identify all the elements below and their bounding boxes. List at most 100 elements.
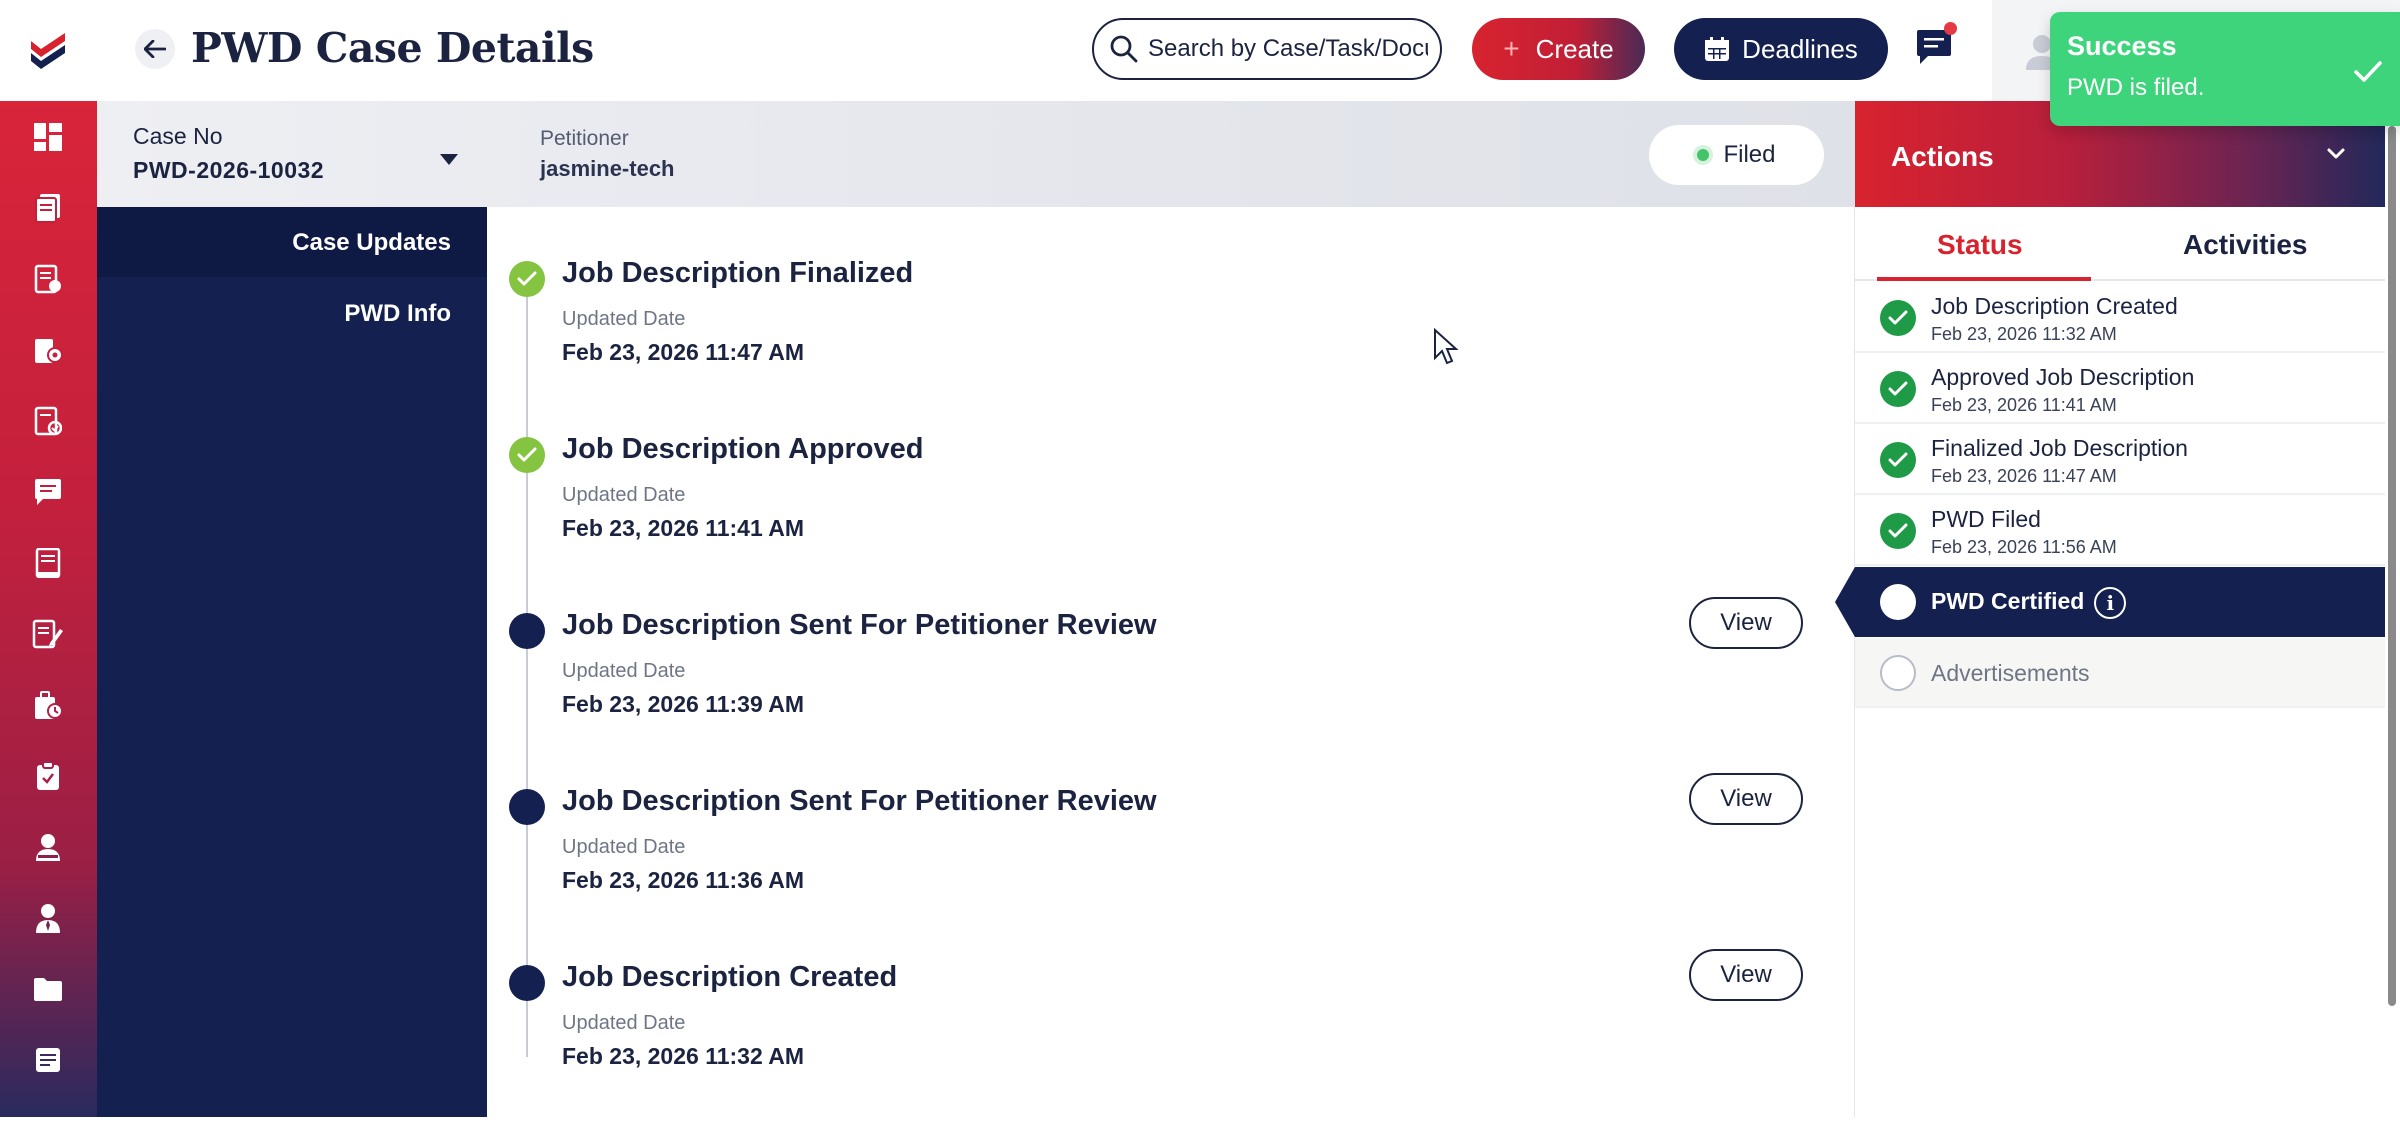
nav-item-case-updates[interactable]: Case Updates: [292, 229, 451, 257]
toast-title: Success: [2067, 31, 2177, 61]
side-rail: [0, 0, 97, 1117]
status-item: Finalized Job Description Feb 23, 2026 1…: [1855, 425, 2385, 495]
status-item-title: Approved Job Description: [1931, 364, 2195, 390]
search-box[interactable]: [1092, 18, 1442, 80]
edit-list-icon[interactable]: [28, 614, 68, 654]
view-button[interactable]: View: [1689, 773, 1803, 825]
check-icon: [509, 437, 545, 473]
check-icon: [1880, 442, 1916, 478]
view-button[interactable]: View: [1689, 597, 1803, 649]
status-item-title: Advertisements: [1931, 660, 2090, 686]
status-item-title: PWD Filed: [1931, 506, 2041, 532]
arrow-left-icon: [144, 40, 166, 58]
nav-item-pwd-info[interactable]: PWD Info: [344, 300, 451, 328]
check-icon: [1880, 371, 1916, 407]
status-item-date: Feb 23, 2026 11:56 AM: [1931, 537, 2117, 557]
status-item-current[interactable]: PWD Certified i: [1835, 567, 2385, 637]
deadlines-button[interactable]: Deadlines: [1674, 18, 1888, 80]
empty-circle-icon: [1880, 655, 1916, 691]
circle-icon: [1880, 584, 1916, 620]
plus-icon: +: [1503, 33, 1520, 64]
messages-button[interactable]: [1909, 22, 1959, 72]
status-item: Advertisements: [1855, 638, 2385, 708]
create-button[interactable]: + Create: [1472, 18, 1645, 80]
pending-dot-icon: [509, 613, 545, 649]
timeline-item-date: Feb 23, 2026 11:41 AM: [562, 515, 805, 541]
case-info-bar: Case No PWD-2026-10032 Petitioner jasmin…: [97, 101, 1854, 207]
case-section-nav: Case Updates PWD Info: [97, 207, 487, 1117]
status-item-title: PWD Certified i: [1931, 587, 2127, 619]
search-input[interactable]: [1148, 35, 1428, 63]
check-icon: [1880, 300, 1916, 336]
timeline-item: Job Description Created Updated Date Feb…: [487, 949, 1854, 1111]
timeline-item: Job Description Approved Updated Date Fe…: [487, 433, 1854, 583]
calendar-icon: [1705, 37, 1730, 61]
actions-title: Actions: [1891, 141, 1994, 172]
timeline-item-date-label: Updated Date: [562, 836, 686, 858]
timeline-item-date-label: Updated Date: [562, 1012, 686, 1034]
back-button[interactable]: [135, 29, 175, 69]
tab-status[interactable]: Status: [1937, 229, 2023, 261]
clipboard-icon[interactable]: [28, 756, 68, 796]
petitioner-label: Petitioner: [540, 127, 629, 150]
petitioner-value: jasmine-tech: [540, 156, 675, 181]
timeline-item-date-label: Updated Date: [562, 484, 686, 506]
notes-icon[interactable]: [28, 1040, 68, 1080]
status-item-title: Finalized Job Description: [1931, 435, 2188, 461]
create-label: Create: [1535, 33, 1614, 64]
status-badge-label: Filed: [1723, 141, 1776, 168]
check-icon: [509, 261, 545, 297]
checked-doc-icon[interactable]: [28, 401, 68, 441]
pending-dot-icon: [509, 965, 545, 1001]
status-item: Approved Job Description Feb 23, 2026 11…: [1855, 354, 2385, 424]
timeline-item-title: Job Description Finalized: [562, 257, 914, 289]
status-item-title: Job Description Created: [1931, 293, 2178, 319]
mouse-cursor-icon: [1434, 328, 1459, 365]
actions-panel: Actions Status Activities Job Descriptio…: [1835, 101, 2385, 1117]
documents-icon[interactable]: [28, 188, 68, 228]
success-toast[interactable]: Success PWD is filed.: [2050, 12, 2400, 126]
case-form-icon[interactable]: [28, 259, 68, 299]
chevron-down-icon[interactable]: [2325, 143, 2347, 165]
case-updates-timeline: Job Description Finalized Updated Date F…: [487, 207, 1854, 1117]
timeline-item-title: Job Description Sent For Petitioner Revi…: [562, 609, 1157, 641]
timeline-item-title: Job Description Sent For Petitioner Revi…: [562, 785, 1157, 817]
employee-icon[interactable]: [28, 898, 68, 938]
tab-activities[interactable]: Activities: [2183, 229, 2308, 261]
timeline-item: Job Description Sent For Petitioner Revi…: [487, 773, 1854, 935]
timeline-item: Job Description Sent For Petitioner Revi…: [487, 597, 1854, 759]
case-settings-icon[interactable]: [28, 330, 68, 370]
timeline-item-date-label: Updated Date: [562, 660, 686, 682]
tab-active-underline: [1877, 277, 2091, 281]
timeline-item-date: Feb 23, 2026 11:47 AM: [562, 339, 805, 365]
app-logo[interactable]: [0, 0, 97, 101]
notification-dot: [1944, 22, 1957, 35]
timeline-item-date: Feb 23, 2026 11:39 AM: [562, 691, 805, 717]
scrollbar[interactable]: [2388, 126, 2396, 1006]
case-no-label: Case No: [133, 123, 223, 149]
timeline-item-title: Job Description Approved: [562, 433, 924, 465]
timeline-item: Job Description Finalized Updated Date F…: [487, 257, 1854, 407]
status-item-label: PWD Certified: [1931, 588, 2085, 615]
chat-icon[interactable]: [28, 472, 68, 512]
status-item: PWD Filed Feb 23, 2026 11:56 AM: [1855, 496, 2385, 566]
info-icon[interactable]: i: [2094, 587, 2127, 619]
status-item: Job Description Created Feb 23, 2026 11:…: [1855, 283, 2385, 353]
check-icon: [2354, 61, 2382, 82]
timeline-item-date: Feb 23, 2026 11:32 AM: [562, 1043, 805, 1069]
active-pointer: [1835, 567, 1855, 637]
dashboard-icon[interactable]: [28, 117, 68, 157]
book-icon[interactable]: [28, 543, 68, 583]
pending-dot-icon: [509, 789, 545, 825]
case-dropdown-icon[interactable]: [437, 149, 461, 169]
actions-tabs: Status Activities: [1855, 207, 2385, 281]
timeline-item-date-label: Updated Date: [562, 308, 686, 330]
timeline-item-date: Feb 23, 2026 11:36 AM: [562, 867, 805, 893]
status-badge: Filed: [1649, 125, 1824, 185]
view-button[interactable]: View: [1689, 949, 1803, 1001]
folder-icon[interactable]: [28, 969, 68, 1009]
toast-message: PWD is filed.: [2067, 74, 2205, 101]
user-icon[interactable]: [28, 827, 68, 867]
briefcase-clock-icon[interactable]: [28, 685, 68, 725]
timeline-item-title: Job Description Created: [562, 961, 898, 993]
